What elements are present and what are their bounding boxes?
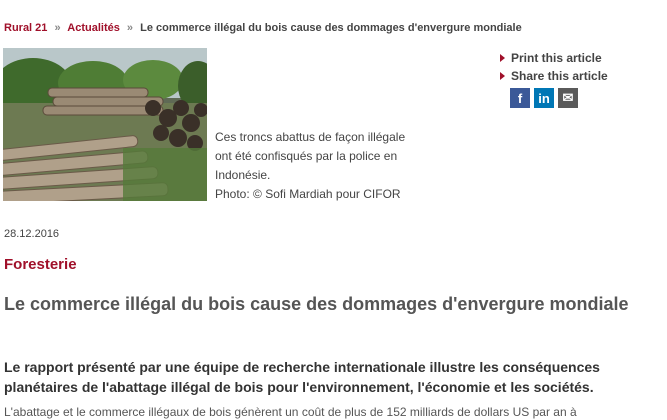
share-article-link[interactable]: Share this article [500, 67, 608, 85]
caption-line: Indonésie. [215, 168, 271, 182]
article-body: L'abattage et le commerce illégaux de bo… [4, 405, 577, 419]
print-article-label: Print this article [511, 51, 602, 65]
linkedin-icon[interactable]: in [534, 88, 554, 108]
breadcrumb-section-link[interactable]: Actualités [67, 22, 120, 34]
arrow-right-icon [500, 72, 505, 80]
email-icon[interactable]: ✉ [558, 88, 578, 108]
caption-credit: Photo: © Sofi Mardiah pour CIFOR [215, 187, 401, 201]
breadcrumb-current: Le commerce illégal du bois cause des do… [140, 22, 522, 34]
share-icons: f in ✉ [510, 88, 608, 108]
article-title: Le commerce illégal du bois cause des do… [4, 294, 629, 314]
breadcrumb-separator: » [54, 22, 61, 34]
arrow-right-icon [500, 54, 505, 62]
caption-line: Ces troncs abattus de façon illégale [215, 130, 406, 144]
caption-line: ont été confisqués par la police en [215, 149, 398, 163]
share-article-label: Share this article [511, 69, 608, 83]
article-category: Foresterie [4, 256, 77, 273]
article-date: 28.12.2016 [4, 228, 60, 240]
breadcrumb: Rural 21 » Actualités » Le commerce illé… [4, 22, 522, 34]
print-article-link[interactable]: Print this article [500, 49, 608, 67]
breadcrumb-home-link[interactable]: Rural 21 [4, 22, 47, 34]
article-actions: Print this article Share this article f … [500, 49, 608, 108]
photo-caption: Ces troncs abattus de façon illégale ont… [215, 128, 425, 204]
article-photo [3, 48, 207, 201]
breadcrumb-separator: » [126, 22, 134, 34]
article-lead: Le rapport présenté par une équipe de re… [4, 359, 600, 395]
facebook-icon[interactable]: f [510, 88, 530, 108]
